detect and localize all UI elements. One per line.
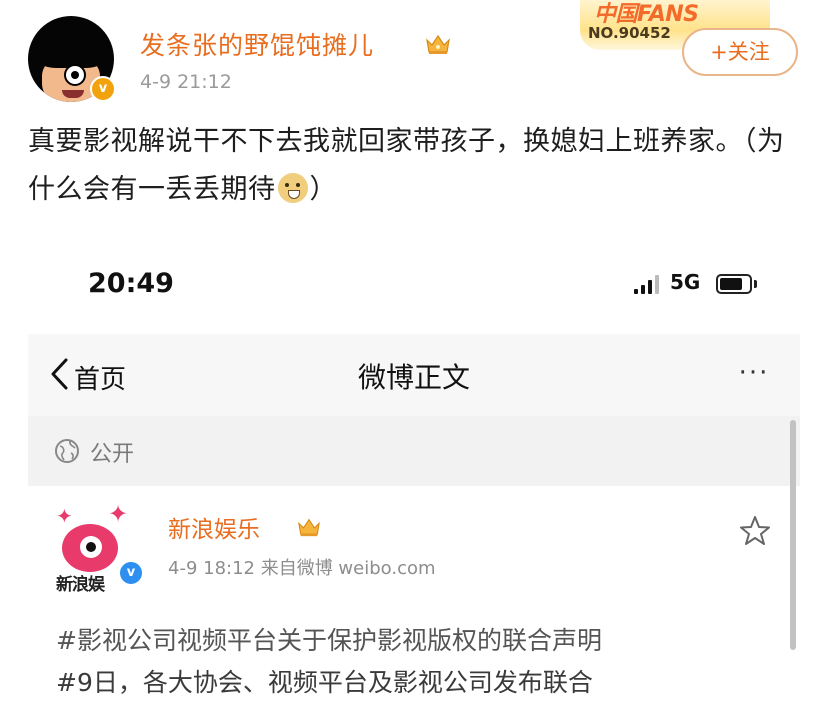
inner-post: ✦ ✦ 新浪娱 v 新浪娱乐 4-9 18:12 来自微博 weibo.com … (28, 420, 800, 714)
favorite-star-icon[interactable] (738, 514, 772, 548)
battery-level (720, 278, 742, 290)
more-icon[interactable]: ··· (728, 358, 780, 388)
crown-icon (426, 34, 450, 54)
status-bar: 20:49 5G (28, 234, 800, 334)
crown-icon (298, 518, 320, 537)
embedded-screenshot: 20:49 5G 首页 微博正文 ··· 公开 ✦ ✦ 新浪娱 v 新浪娱乐 4… (28, 234, 800, 714)
inner-post-line-1[interactable]: #影视公司视频平台关于保护影视版权的联合声明 (56, 620, 796, 662)
follow-button[interactable]: +关注 (682, 28, 798, 76)
doge-icon (277, 173, 308, 203)
nav-bar: 首页 微博正文 ··· (28, 334, 800, 416)
avatar-hair (34, 24, 108, 68)
star-decoration-icon: ✦ (108, 500, 129, 528)
globe-icon (55, 439, 79, 463)
sina-eye-pupil (80, 536, 102, 558)
inner-post-line-2: #9日，各大协会、视频平台及影视公司发布联合 (56, 668, 593, 697)
scrollbar[interactable] (790, 420, 796, 650)
outer-timestamp: 4-9 21:12 (140, 71, 232, 93)
outer-username[interactable]: 发条张的野馄饨摊儿 (140, 26, 374, 62)
verified-badge-icon: v (90, 76, 116, 102)
battery-tip (754, 280, 757, 288)
inner-post-text: #影视公司视频平台关于保护影视版权的联合声明 #9日，各大协会、视频平台及影视公… (56, 620, 796, 704)
privacy-row: 公开 (28, 416, 800, 486)
outer-post-text: 真要影视解说干不下去我就回家带孩子，换媳妇上班养家。（为什么会有一丢丢期待） (28, 118, 798, 214)
avatar-logo-text: 新浪娱 (56, 575, 105, 595)
inner-post-meta: 4-9 18:12 来自微博 weibo.com (168, 558, 436, 579)
battery-icon (716, 274, 752, 294)
star-decoration-icon: ✦ (56, 504, 73, 528)
privacy-label: 公开 (90, 442, 135, 467)
avatar-eye (64, 64, 86, 86)
fans-badge-number: NO.90452 (588, 24, 671, 42)
outer-post-text-end: ） (309, 174, 337, 205)
outer-post-text-main: 真要影视解说干不下去我就回家带孩子，换媳妇上班养家。（为什么会有一丢丢期待 (28, 126, 785, 205)
status-time: 20:49 (88, 268, 174, 299)
inner-username[interactable]: 新浪娱乐 (168, 510, 260, 544)
signal-icon (634, 275, 659, 294)
network-type: 5G (670, 270, 701, 294)
verified-blue-badge-icon: v (118, 560, 144, 586)
page-title: 微博正文 (357, 361, 470, 394)
